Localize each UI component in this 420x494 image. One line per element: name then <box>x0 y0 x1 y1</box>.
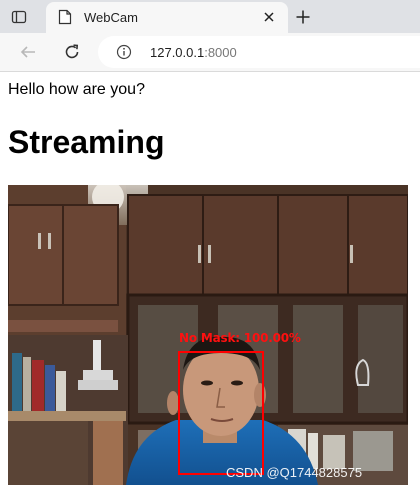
info-icon[interactable] <box>116 44 132 60</box>
tab-title: WebCam <box>84 10 138 25</box>
webcam-stream: No Mask: 100.00% CSDN @Q1744828575 <box>8 185 408 485</box>
page-icon <box>58 9 72 25</box>
watermark-text: CSDN @Q1744828575 <box>226 465 363 480</box>
address-bar[interactable]: 127.0.0.1:8000 <box>98 36 420 68</box>
detection-label: No Mask: 100.00% <box>179 331 301 345</box>
refresh-icon[interactable] <box>60 40 84 64</box>
page-heading: Streaming <box>8 124 165 160</box>
tab-strip: WebCam <box>0 0 420 33</box>
face-detection-box <box>178 351 264 475</box>
arrow-left-icon[interactable] <box>16 40 40 64</box>
url-text[interactable]: 127.0.0.1:8000 <box>150 45 237 60</box>
url-port: :8000 <box>204 45 237 60</box>
url-host: 127.0.0.1 <box>150 45 205 60</box>
close-icon[interactable] <box>261 9 277 25</box>
browser-tab[interactable]: WebCam <box>46 2 288 33</box>
greeting-text: Hello how are you? <box>8 81 145 98</box>
plus-icon[interactable] <box>292 6 314 28</box>
browser-toolbar: 127.0.0.1:8000 <box>0 33 420 72</box>
tab-actions-icon[interactable] <box>8 6 30 28</box>
